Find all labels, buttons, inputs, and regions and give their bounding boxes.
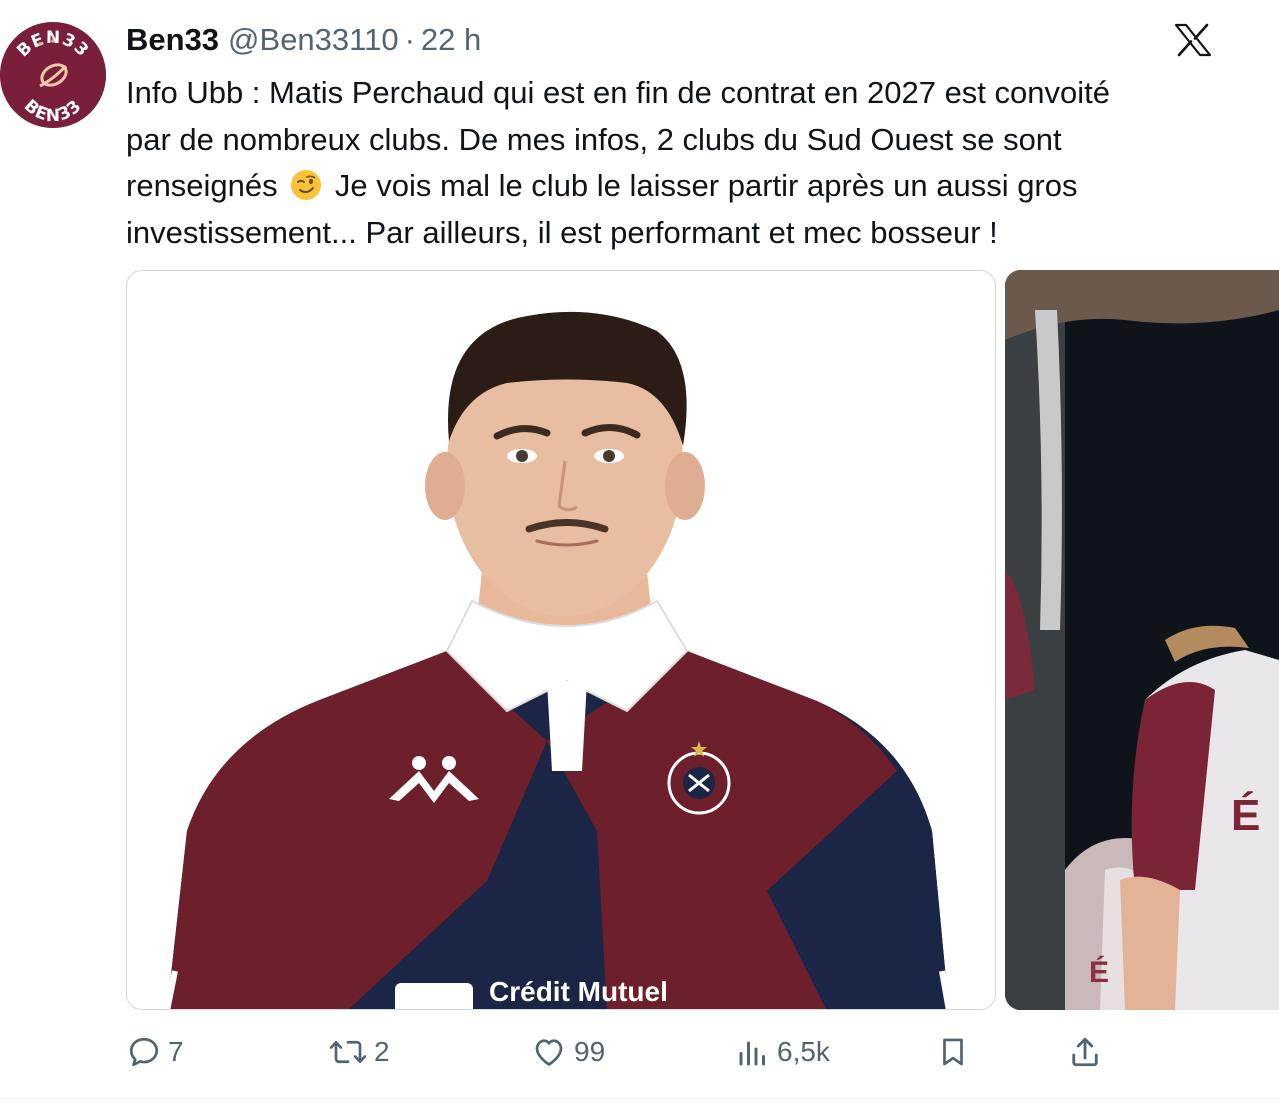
ben33-logo: BEN33 BEN33 [0,22,106,128]
display-name[interactable]: Ben33 [126,22,219,58]
bookmark-button[interactable] [936,1028,970,1076]
tweet-actions: 7 2 99 6,5k [0,1028,1279,1076]
tweet-line-2: par de nombreux clubs. De mes infos, 2 c… [126,121,1062,157]
tweet-line-1: Info Ubb : Matis Perchaud qui est en fin… [126,75,1110,110]
tweet-line-3b: Je vois mal le club le laisser partir ap… [334,168,1078,203]
separator-dot: · [404,22,415,57]
divider [0,1098,1279,1099]
reply-icon [129,1037,159,1067]
reply-button[interactable]: 7 [126,1028,184,1076]
jersey-letter: É [1231,790,1260,840]
tweet-header: Ben33 @Ben33110 · 22 h [126,20,481,60]
sponsor-text: Crédit Mutuel [489,976,668,1007]
tweet-line-3a: renseignés [126,168,278,203]
reply-count: 7 [168,1036,184,1067]
repost-icon [329,1040,367,1064]
winking-face-emoji [291,170,322,200]
repost-button[interactable]: 2 [328,1028,390,1076]
like-button[interactable]: 99 [530,1028,605,1076]
share-icon [1072,1037,1098,1067]
tweet-line-4: investissement... Par ailleurs, il est p… [126,214,998,250]
media-image-player[interactable]: Crédit Mutuel [126,270,996,1010]
like-icon [535,1039,563,1066]
tweet-text: Info Ubb : Matis Perchaud qui est en fin… [126,70,1226,256]
like-count: 99 [574,1036,606,1067]
views-button[interactable]: 6,5k [735,1028,830,1076]
views-count: 6,5k [777,1036,830,1067]
repost-count: 2 [374,1036,390,1067]
bookmark-icon [943,1038,963,1066]
tweet-line-3: renseignés Je vois mal le club le laisse… [126,163,1226,210]
jersey-letter-2: É [1089,955,1109,989]
timestamp[interactable]: 22 h [421,22,481,58]
views-icon [739,1041,765,1066]
avatar[interactable]: BEN33 BEN33 [0,22,106,128]
user-handle[interactable]: @Ben33110 [228,22,399,58]
media-image-action[interactable]: É É [1005,270,1279,1010]
x-logo-icon [1174,23,1212,57]
share-button[interactable] [1067,1028,1103,1076]
